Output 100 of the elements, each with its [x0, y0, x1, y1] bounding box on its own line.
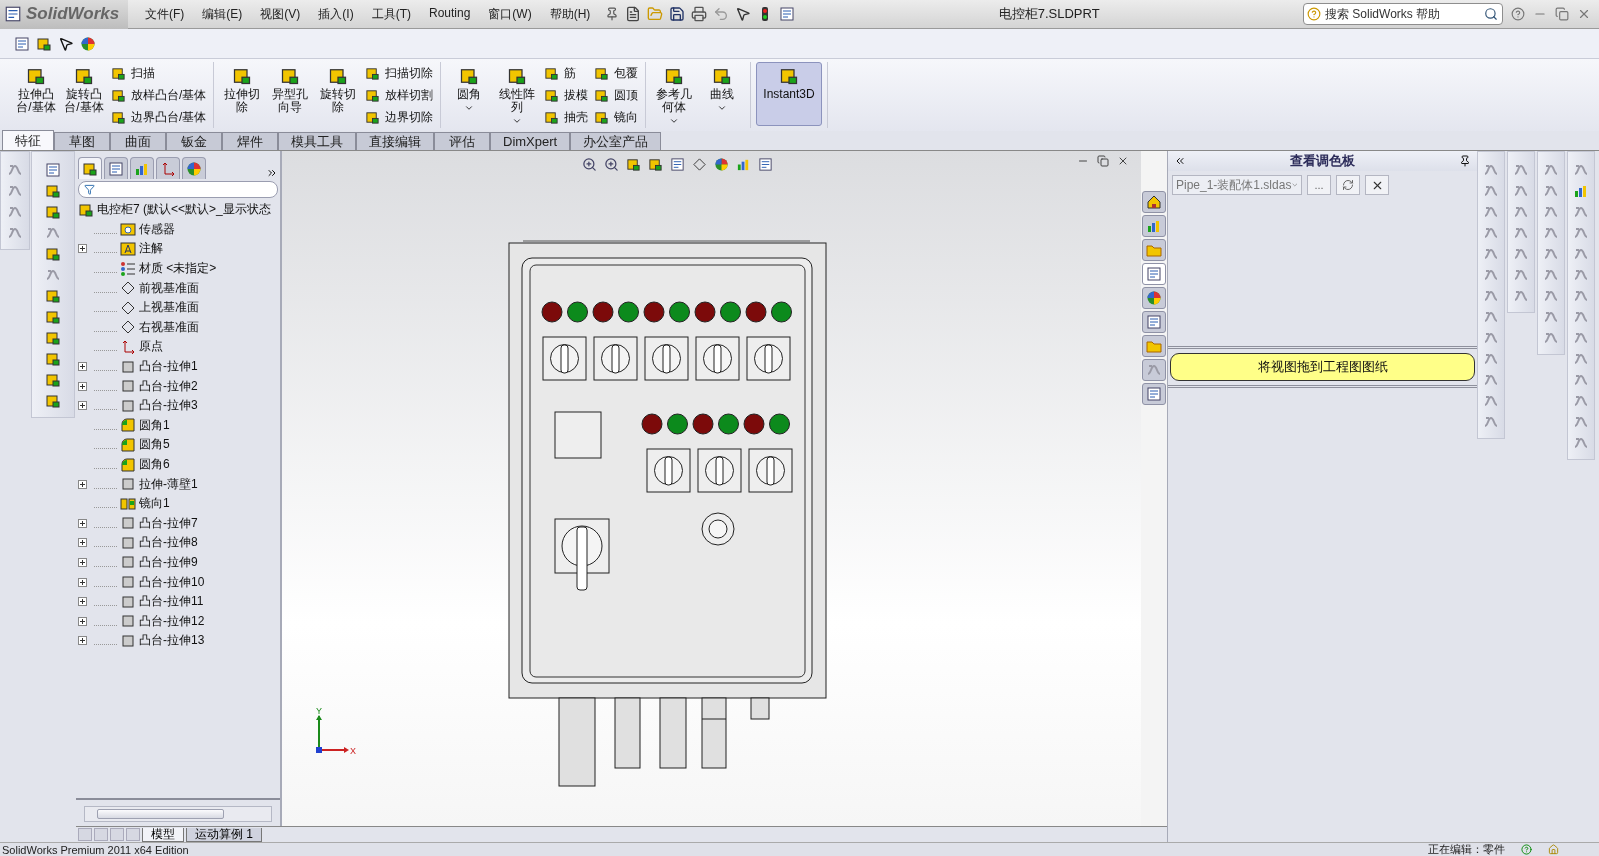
routing-tool-icon[interactable]: [1573, 204, 1589, 220]
routing-tool-icon[interactable]: [1513, 267, 1529, 283]
ribbon-button[interactable]: 筋: [542, 64, 591, 83]
ribbon-tab[interactable]: 特征: [2, 130, 54, 150]
close-icon[interactable]: [1117, 155, 1129, 167]
feature-tool-icon[interactable]: [45, 162, 61, 178]
close-icon[interactable]: [1577, 7, 1591, 21]
document-tab[interactable]: 运动算例 1: [186, 827, 262, 842]
tool-icon[interactable]: [7, 162, 23, 178]
open-folder-icon[interactable]: [647, 6, 664, 22]
help-icon[interactable]: [1511, 7, 1525, 21]
pin-icon[interactable]: [1459, 155, 1471, 167]
panel-tab[interactable]: [78, 157, 102, 179]
ribbon-button[interactable]: 圆角: [446, 62, 493, 126]
routing-tool-icon[interactable]: [1573, 351, 1589, 367]
search-icon[interactable]: [1484, 7, 1498, 21]
toolbar-icon[interactable]: [14, 35, 30, 52]
task-pane-tab[interactable]: [1142, 383, 1166, 405]
task-pane-tab[interactable]: [1142, 287, 1166, 309]
routing-tool-icon[interactable]: [1573, 372, 1589, 388]
ribbon-button[interactable]: 扫描: [109, 64, 209, 83]
appearance-icon[interactable]: [714, 157, 729, 172]
routing-tool-icon[interactable]: [1483, 288, 1499, 304]
expand-panel-icon[interactable]: [266, 167, 278, 179]
routing-tool-icon[interactable]: [1483, 309, 1499, 325]
tree-item[interactable]: 传感器: [78, 219, 280, 240]
panel-tab[interactable]: [130, 157, 154, 179]
ribbon-button[interactable]: 参考几何体: [651, 62, 698, 130]
routing-tool-icon[interactable]: [1573, 225, 1589, 241]
ribbon-button[interactable]: 包覆: [592, 64, 641, 83]
menu-item[interactable]: 文件(F): [136, 5, 194, 23]
routing-tool-icon[interactable]: [1573, 330, 1589, 346]
ribbon-tab[interactable]: 办公室产品: [570, 132, 662, 150]
tree-item[interactable]: 圆角6: [78, 454, 280, 475]
expand-icon[interactable]: [78, 362, 87, 372]
ribbon-tab[interactable]: 焊件: [222, 132, 278, 150]
appearance-icon[interactable]: [80, 35, 96, 52]
routing-tool-icon[interactable]: [1513, 204, 1529, 220]
ribbon-tab[interactable]: 直接编辑: [356, 132, 434, 150]
routing-tool-icon[interactable]: [1513, 162, 1529, 178]
menu-item[interactable]: 工具(T): [362, 5, 420, 23]
caret-icon[interactable]: [464, 103, 475, 113]
routing-tool-icon[interactable]: [1573, 414, 1589, 430]
routing-tool-icon[interactable]: [1543, 267, 1559, 283]
nav-button[interactable]: [110, 828, 124, 841]
tree-item[interactable]: 原点: [78, 337, 280, 357]
routing-tool-icon[interactable]: [1573, 309, 1589, 325]
menu-item[interactable]: 窗口(W): [479, 5, 541, 23]
routing-tool-icon[interactable]: [1573, 267, 1589, 283]
tool-icon[interactable]: [7, 204, 23, 220]
view-tool-icon[interactable]: [758, 157, 773, 172]
view-tool-icon[interactable]: [736, 157, 751, 172]
tree-item[interactable]: 凸台-拉伸10: [78, 572, 280, 592]
routing-tool-icon[interactable]: [1513, 225, 1529, 241]
routing-tool-icon[interactable]: [1513, 246, 1529, 262]
ribbon-tab[interactable]: 钣金: [166, 132, 222, 150]
feature-tool-icon[interactable]: [45, 330, 61, 346]
undo-icon[interactable]: [713, 6, 730, 22]
save-icon[interactable]: [669, 6, 686, 22]
filter-field[interactable]: [78, 181, 278, 198]
routing-tool-icon[interactable]: [1543, 162, 1559, 178]
feature-tool-icon[interactable]: [45, 351, 61, 367]
tree-item[interactable]: 镜向1: [78, 493, 280, 514]
feature-tool-icon[interactable]: [45, 288, 61, 304]
routing-tool-icon[interactable]: [1483, 351, 1499, 367]
expand-icon[interactable]: [78, 558, 87, 567]
feature-tool-icon[interactable]: [45, 246, 61, 262]
menu-item[interactable]: 插入(I): [309, 5, 363, 23]
expand-icon[interactable]: [78, 538, 87, 548]
expand-icon[interactable]: [78, 381, 87, 391]
search-field[interactable]: 搜索 SolidWorks 帮助: [1303, 3, 1503, 25]
cursor-icon[interactable]: [735, 6, 752, 22]
tree-item[interactable]: 凸台-拉伸1: [78, 356, 280, 377]
routing-tool-icon[interactable]: [1543, 225, 1559, 241]
clear-button[interactable]: [1365, 175, 1389, 195]
ribbon-button[interactable]: 边界切除: [363, 108, 436, 127]
ribbon-button[interactable]: 镜向: [592, 108, 641, 127]
routing-tool-icon[interactable]: [1543, 246, 1559, 262]
ribbon-button[interactable]: 拉伸凸台/基体: [13, 62, 59, 126]
routing-tool-icon[interactable]: [1543, 288, 1559, 304]
ribbon-button[interactable]: 放样凸台/基体: [109, 86, 209, 105]
toolbar-icon[interactable]: [36, 35, 52, 52]
graphics-viewport[interactable]: Y X: [282, 151, 1141, 826]
ribbon-button[interactable]: 旋转凸台/基体: [61, 62, 107, 126]
tree-item[interactable]: 凸台-拉伸12: [78, 611, 280, 632]
routing-tool-icon[interactable]: [1483, 267, 1499, 283]
feature-tool-icon[interactable]: [45, 393, 61, 409]
nav-button[interactable]: [94, 828, 108, 841]
feature-tool-icon[interactable]: [45, 309, 61, 325]
panel-tab[interactable]: [182, 157, 206, 179]
zoom-icon[interactable]: [604, 157, 619, 172]
expand-icon[interactable]: [78, 401, 87, 411]
ribbon-tab[interactable]: 评估: [434, 132, 490, 150]
restore-icon[interactable]: [1097, 155, 1109, 167]
routing-tool-icon[interactable]: [1543, 309, 1559, 325]
routing-tool-icon[interactable]: [1573, 183, 1589, 199]
view-tool-icon[interactable]: [648, 157, 663, 172]
menu-item[interactable]: 编辑(E): [193, 5, 252, 23]
routing-tool-icon[interactable]: [1573, 435, 1589, 451]
tree-item[interactable]: 材质 <未指定>: [78, 258, 280, 279]
